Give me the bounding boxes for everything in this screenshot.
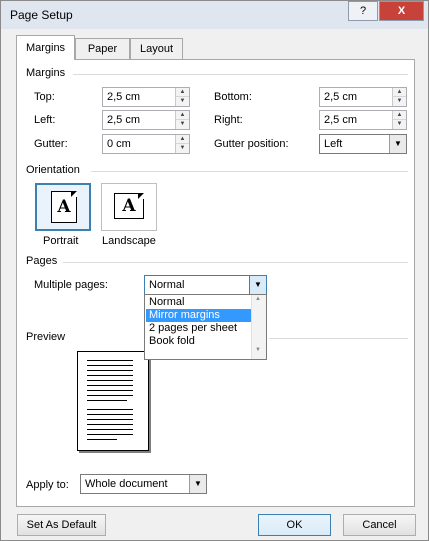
- portrait-page-icon: A: [51, 191, 77, 223]
- set-as-default-button[interactable]: Set As Default: [17, 514, 106, 536]
- pages-heading: Pages: [26, 255, 58, 267]
- spin-up-icon[interactable]: ▲: [392, 88, 406, 97]
- spin-down-icon[interactable]: ▼: [392, 120, 406, 129]
- right-margin-value[interactable]: 2,5 cm: [324, 114, 357, 126]
- gutter-position-label: Gutter position:: [214, 138, 289, 150]
- landscape-label[interactable]: Landscape: [102, 235, 156, 247]
- apply-to-select[interactable]: Whole document ▼: [80, 474, 207, 494]
- left-margin-value[interactable]: 2,5 cm: [107, 114, 140, 126]
- multiple-pages-dropdown: Normal Mirror margins 2 pages per sheet …: [144, 294, 267, 360]
- dropdown-option-mirror-margins[interactable]: Mirror margins: [146, 309, 252, 322]
- spin-down-icon[interactable]: ▼: [175, 97, 189, 106]
- window-title: Page Setup: [10, 8, 73, 22]
- margins-heading: Margins: [26, 67, 66, 79]
- dropdown-option-normal[interactable]: Normal: [146, 296, 252, 309]
- top-label: Top:: [34, 91, 55, 103]
- chevron-down-icon[interactable]: ▼: [249, 276, 266, 294]
- chevron-down-icon[interactable]: ▼: [389, 135, 406, 153]
- gutter-position-select[interactable]: Left ▼: [319, 134, 407, 154]
- spin-down-icon[interactable]: ▼: [175, 144, 189, 153]
- spin-up-icon[interactable]: ▲: [175, 111, 189, 120]
- landscape-option[interactable]: A: [101, 183, 157, 231]
- ok-button[interactable]: OK: [258, 514, 331, 536]
- bottom-label: Bottom:: [214, 91, 252, 103]
- preview-heading: Preview: [26, 331, 66, 343]
- chevron-down-icon[interactable]: ▼: [189, 475, 206, 493]
- pages-divider: [63, 262, 408, 263]
- scroll-down-icon[interactable]: ▼: [255, 347, 261, 353]
- multiple-pages-label: Multiple pages:: [34, 279, 108, 291]
- dropdown-option-2-pages-per-sheet[interactable]: 2 pages per sheet: [146, 322, 252, 335]
- tab-margins[interactable]: Margins: [16, 35, 75, 60]
- multiple-pages-value: Normal: [149, 279, 185, 291]
- gutter-position-value: Left: [324, 138, 343, 150]
- top-margin-value[interactable]: 2,5 cm: [107, 91, 140, 103]
- preview-page: [77, 351, 149, 451]
- portrait-option[interactable]: A: [35, 183, 91, 231]
- right-margin-spinner[interactable]: 2,5 cm ▲ ▼: [319, 110, 407, 130]
- orientation-divider: [91, 171, 408, 172]
- cancel-button[interactable]: Cancel: [343, 514, 416, 536]
- gutter-value[interactable]: 0 cm: [107, 138, 131, 150]
- dropdown-scrollbar[interactable]: ▲ ▼: [251, 295, 266, 359]
- close-button[interactable]: X: [379, 1, 424, 21]
- left-label: Left:: [34, 114, 56, 126]
- bottom-margin-value[interactable]: 2,5 cm: [324, 91, 357, 103]
- spin-up-icon[interactable]: ▲: [175, 88, 189, 97]
- bottom-margin-spinner[interactable]: 2,5 cm ▲ ▼: [319, 87, 407, 107]
- spin-down-icon[interactable]: ▼: [175, 120, 189, 129]
- spin-up-icon[interactable]: ▲: [392, 111, 406, 120]
- help-button[interactable]: ?: [348, 1, 378, 21]
- spin-down-icon[interactable]: ▼: [392, 97, 406, 106]
- margins-divider: [73, 74, 408, 75]
- left-margin-spinner[interactable]: 2,5 cm ▲ ▼: [102, 110, 190, 130]
- gutter-spinner[interactable]: 0 cm ▲ ▼: [102, 134, 190, 154]
- orientation-heading: Orientation: [26, 164, 80, 176]
- top-margin-spinner[interactable]: 2,5 cm ▲ ▼: [102, 87, 190, 107]
- apply-to-value: Whole document: [85, 478, 168, 490]
- gutter-label: Gutter:: [34, 138, 68, 150]
- preview-divider: [269, 338, 408, 339]
- landscape-page-icon: A: [114, 193, 144, 219]
- spin-up-icon[interactable]: ▲: [175, 135, 189, 144]
- tab-paper[interactable]: Paper: [75, 38, 130, 59]
- multiple-pages-select[interactable]: Normal ▼: [144, 275, 267, 295]
- tab-layout[interactable]: Layout: [130, 38, 183, 59]
- portrait-label[interactable]: Portrait: [43, 235, 78, 247]
- dropdown-option-book-fold[interactable]: Book fold: [146, 335, 252, 348]
- page-setup-dialog: Page Setup ? X Margins Paper Layout Marg…: [0, 0, 429, 541]
- title-bar: Page Setup ? X: [1, 1, 428, 29]
- apply-to-label: Apply to:: [26, 479, 69, 491]
- scroll-up-icon[interactable]: ▲: [255, 296, 261, 302]
- right-label: Right:: [214, 114, 243, 126]
